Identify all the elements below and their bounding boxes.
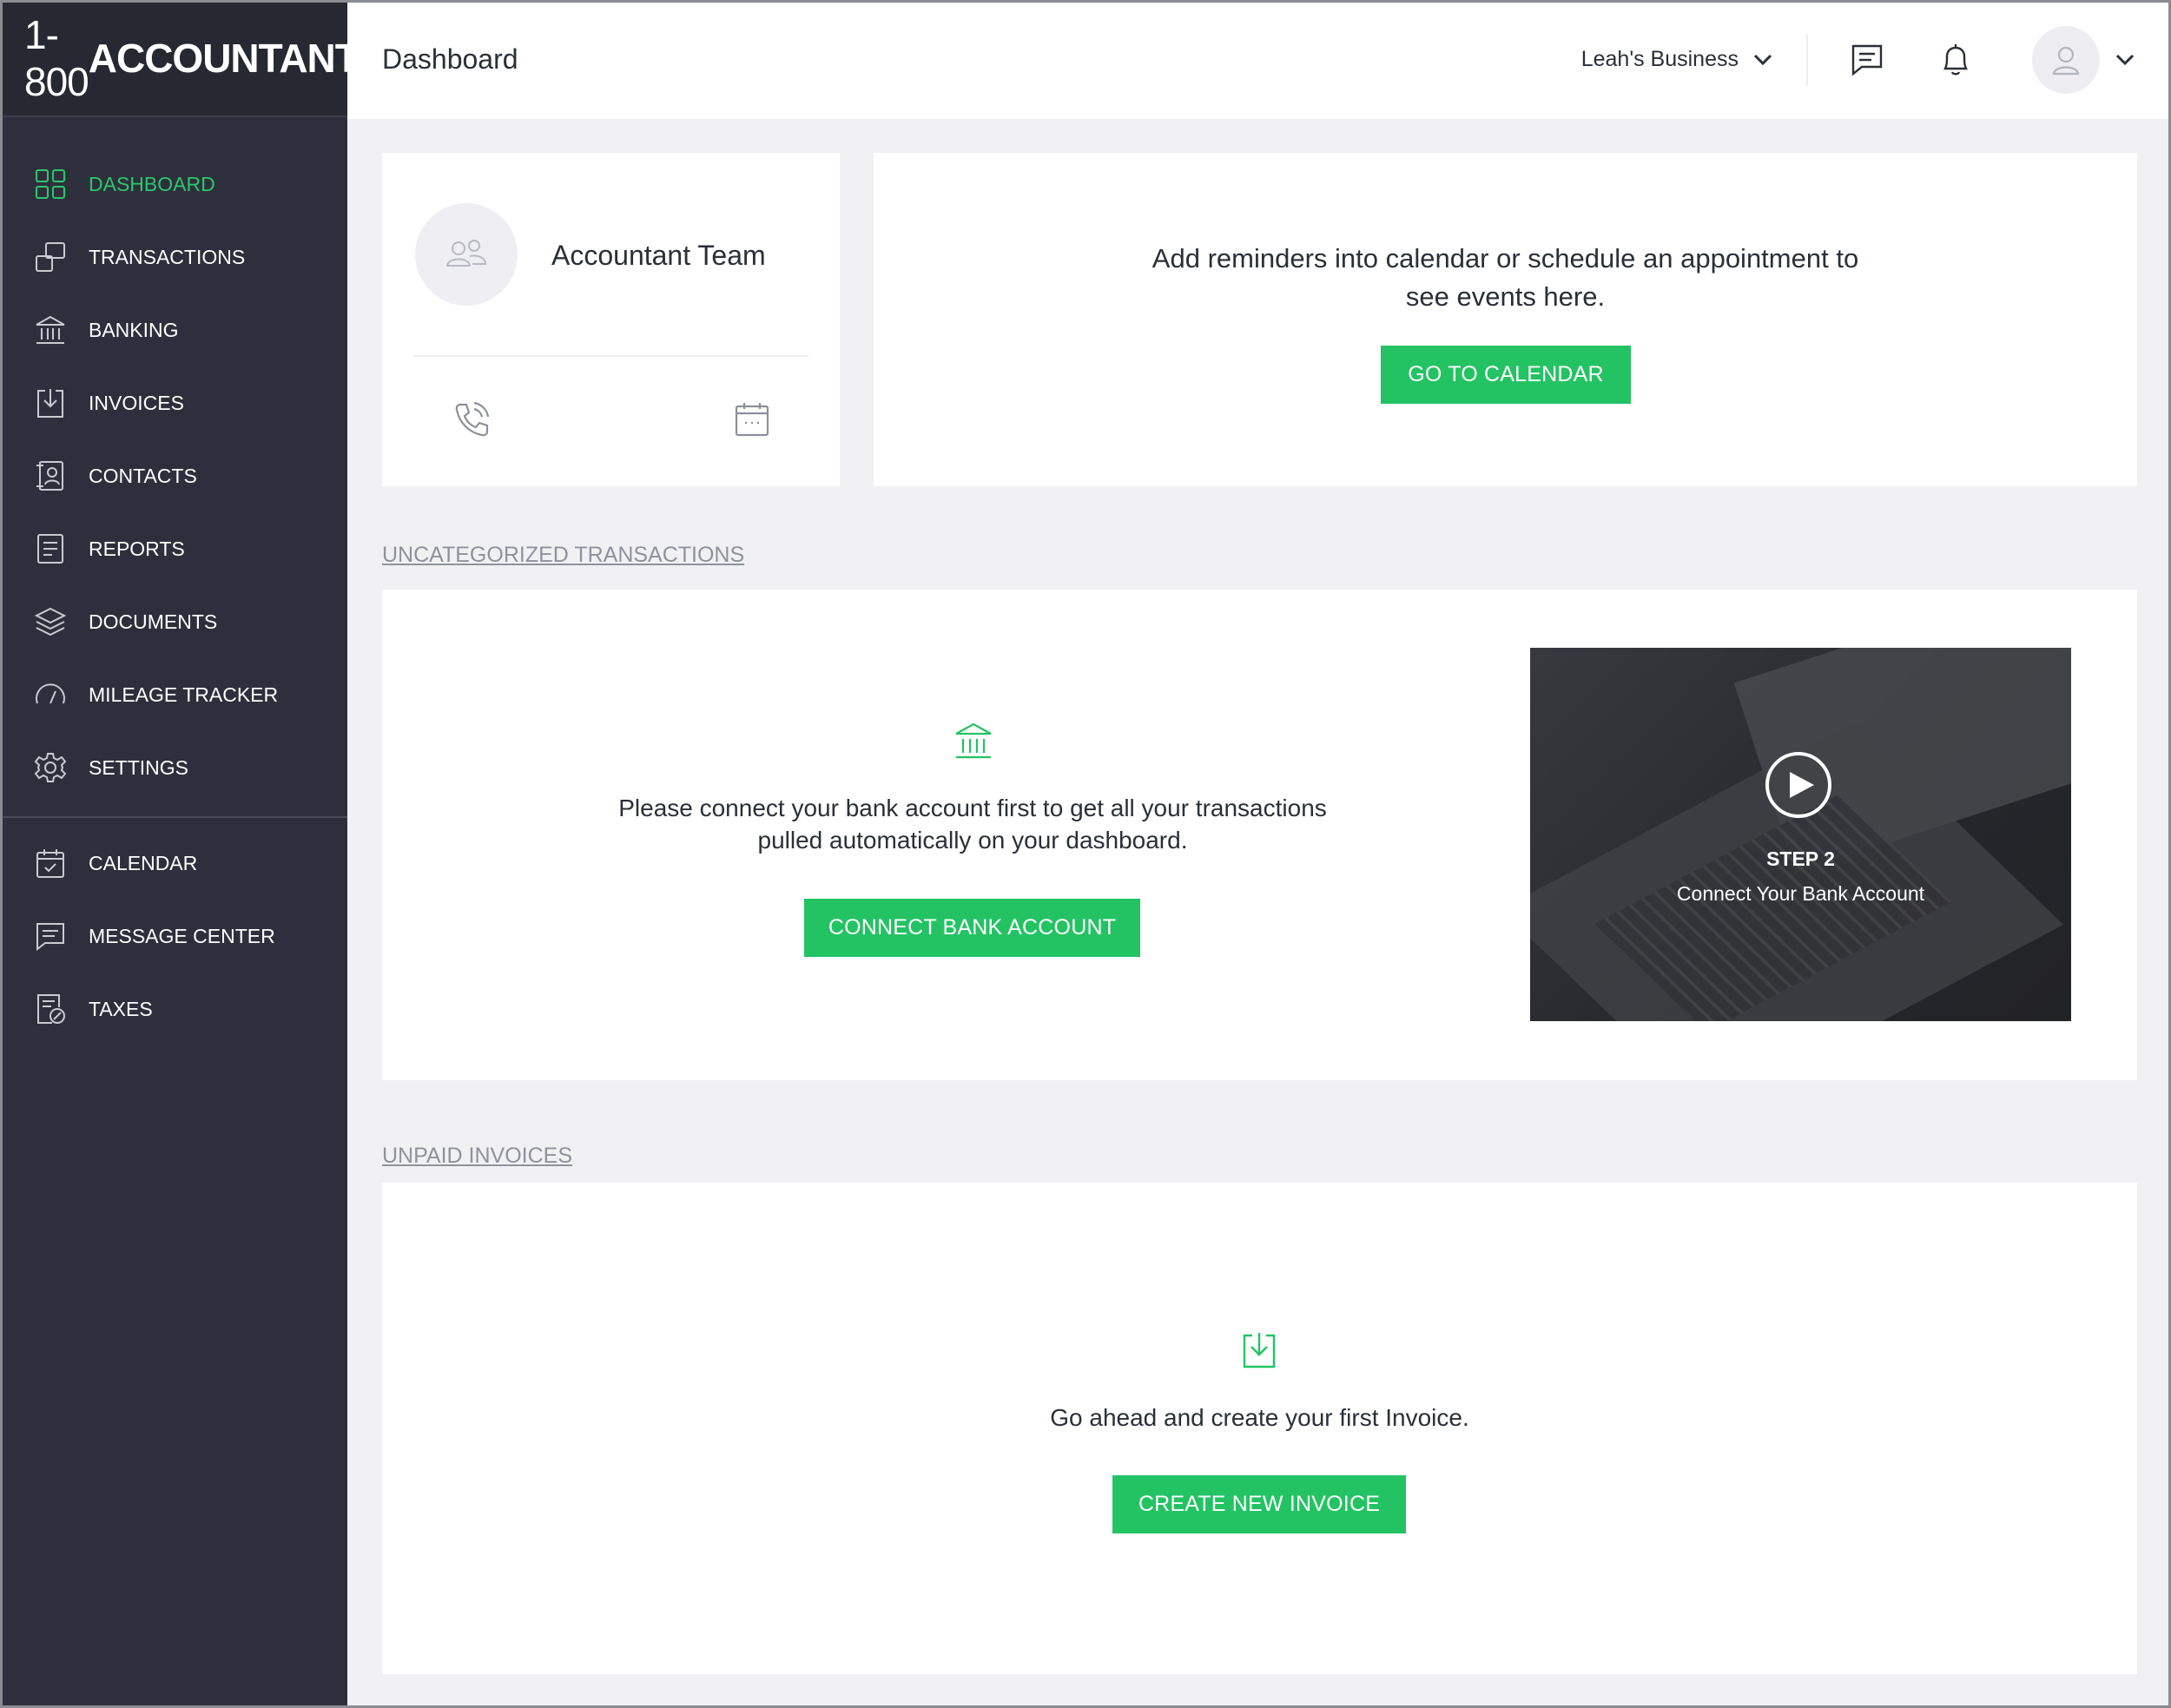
uncategorized-transactions-card: Please connect your bank account first t… [382,590,2137,1080]
user-menu-toggle[interactable] [2112,47,2138,73]
sidebar-item-reports[interactable]: REPORTS [0,512,347,585]
calendar-icon [735,403,769,437]
chevron-down-icon [2115,54,2135,65]
invoice-icon [31,384,69,422]
accountant-team-card: Accountant Team [382,153,840,486]
bank-icon [951,718,996,763]
header-actions: Leah's Business [1581,0,2171,119]
sidebar-item-dashboard[interactable]: DASHBOARD [0,148,347,221]
go-to-calendar-button[interactable]: GO TO CALENDAR [1381,346,1631,404]
business-selector[interactable]: Leah's Business [1581,34,1806,86]
invoice-icon [1237,1329,1281,1372]
uncategorized-transactions-link[interactable]: UNCATEGORIZED TRANSACTIONS [382,543,744,568]
calendar-check-icon [31,844,69,882]
sidebar-item-label: MESSAGE CENTER [89,924,275,947]
sidebar-item-label: CONTACTS [89,464,197,487]
business-name: Leah's Business [1580,47,1739,71]
connect-bank-message: Please connect your bank account first t… [618,795,1327,854]
sidebar-item-mileage-tracker[interactable]: MILEAGE TRACKER [0,658,347,731]
logo-name: ACCOUNTANT [88,35,360,81]
play-button[interactable] [1765,752,1831,818]
chevron-down-icon [1753,54,1772,65]
schedule-button[interactable] [732,399,772,439]
sidebar-item-label: SETTINGS [89,755,189,779]
sidebar-item-transactions[interactable]: TRANSACTIONS [0,221,347,293]
brand-logo[interactable]: 1-800 ACCOUNTANT SM [0,0,374,117]
gauge-icon [31,676,69,714]
chat-icon [31,917,69,955]
transfer-icon [31,238,69,276]
messages-button[interactable] [1846,39,1888,81]
sidebar-item-taxes[interactable]: TAXES [0,973,347,1045]
team-name: Accountant Team [551,240,766,271]
sidebar-item-label: CALENDAR [89,851,198,874]
sidebar-item-label: INVOICES [89,391,184,414]
sidebar-item-label: DASHBOARD [89,172,215,195]
chat-icon [1851,44,1883,76]
video-step-label: STEP 2 [1766,847,1835,870]
sidebar-item-documents[interactable]: DOCUMENTS [0,585,347,658]
sidebar-item-settings[interactable]: SETTINGS [0,731,347,804]
sidebar-item-contacts[interactable]: CONTACTS [0,439,347,512]
notifications-button[interactable] [1935,39,1976,81]
sidebar-item-banking[interactable]: BANKING [0,293,347,366]
users-icon [445,240,487,267]
team-avatar [415,203,518,306]
unpaid-invoices-link[interactable]: UNPAID INVOICES [382,1144,572,1169]
sidebar: 1-800 ACCOUNTANT SM DASHBOARD TRANSACTIO… [0,0,374,1708]
user-icon [2052,46,2080,75]
create-new-invoice-button[interactable]: CREATE NEW INVOICE [1112,1475,1406,1533]
user-avatar[interactable] [2032,25,2100,94]
sidebar-item-calendar[interactable]: CALENDAR [0,827,347,900]
sidebar-item-label: BANKING [89,318,179,341]
header-divider [1806,33,1808,86]
contacts-icon [31,457,69,495]
grid-icon [31,165,69,203]
secondary-nav: CALENDAR MESSAGE CENTER TAXES [0,827,347,1045]
tutorial-video[interactable]: STEP 2 Connect Your Bank Account [1530,648,2071,1021]
play-icon [1790,772,1814,798]
primary-nav: DASHBOARD TRANSACTIONS BANKING INVOICES … [0,117,347,804]
top-header: Dashboard Leah's Business [347,0,2171,119]
calendar-empty-message: Add reminders into calendar or schedule … [1151,243,1859,312]
bank-icon [31,311,69,349]
video-title: Connect Your Bank Account [1676,882,1925,905]
sidebar-item-message-center[interactable]: MESSAGE CENTER [0,900,347,973]
sidebar-item-invoices[interactable]: INVOICES [0,366,347,439]
call-button[interactable] [450,398,493,441]
sidebar-item-label: TAXES [89,997,153,1020]
logo-prefix: 1-800 [24,11,89,104]
phone-icon [455,401,490,437]
calendar-card: Add reminders into calendar or schedule … [874,153,2137,486]
sidebar-item-label: TRANSACTIONS [89,245,246,268]
layers-icon [31,603,69,641]
sidebar-item-label: DOCUMENTS [89,610,218,633]
card-divider [413,355,808,357]
connect-bank-account-button[interactable]: CONNECT BANK ACCOUNT [804,899,1140,957]
unpaid-invoices-card: Go ahead and create your first Invoice. … [382,1183,2137,1674]
sidebar-item-label: MILEAGE TRACKER [89,683,279,706]
bell-icon [1943,43,1968,75]
video-overlay [1530,648,2071,1021]
create-invoice-message: Go ahead and create your first Invoice. [1050,1404,1469,1431]
nav-divider [0,816,347,818]
tax-icon [31,990,69,1028]
sidebar-item-label: REPORTS [89,537,185,560]
gear-icon [31,748,69,787]
page-title: Dashboard [382,43,518,75]
report-icon [31,530,69,568]
